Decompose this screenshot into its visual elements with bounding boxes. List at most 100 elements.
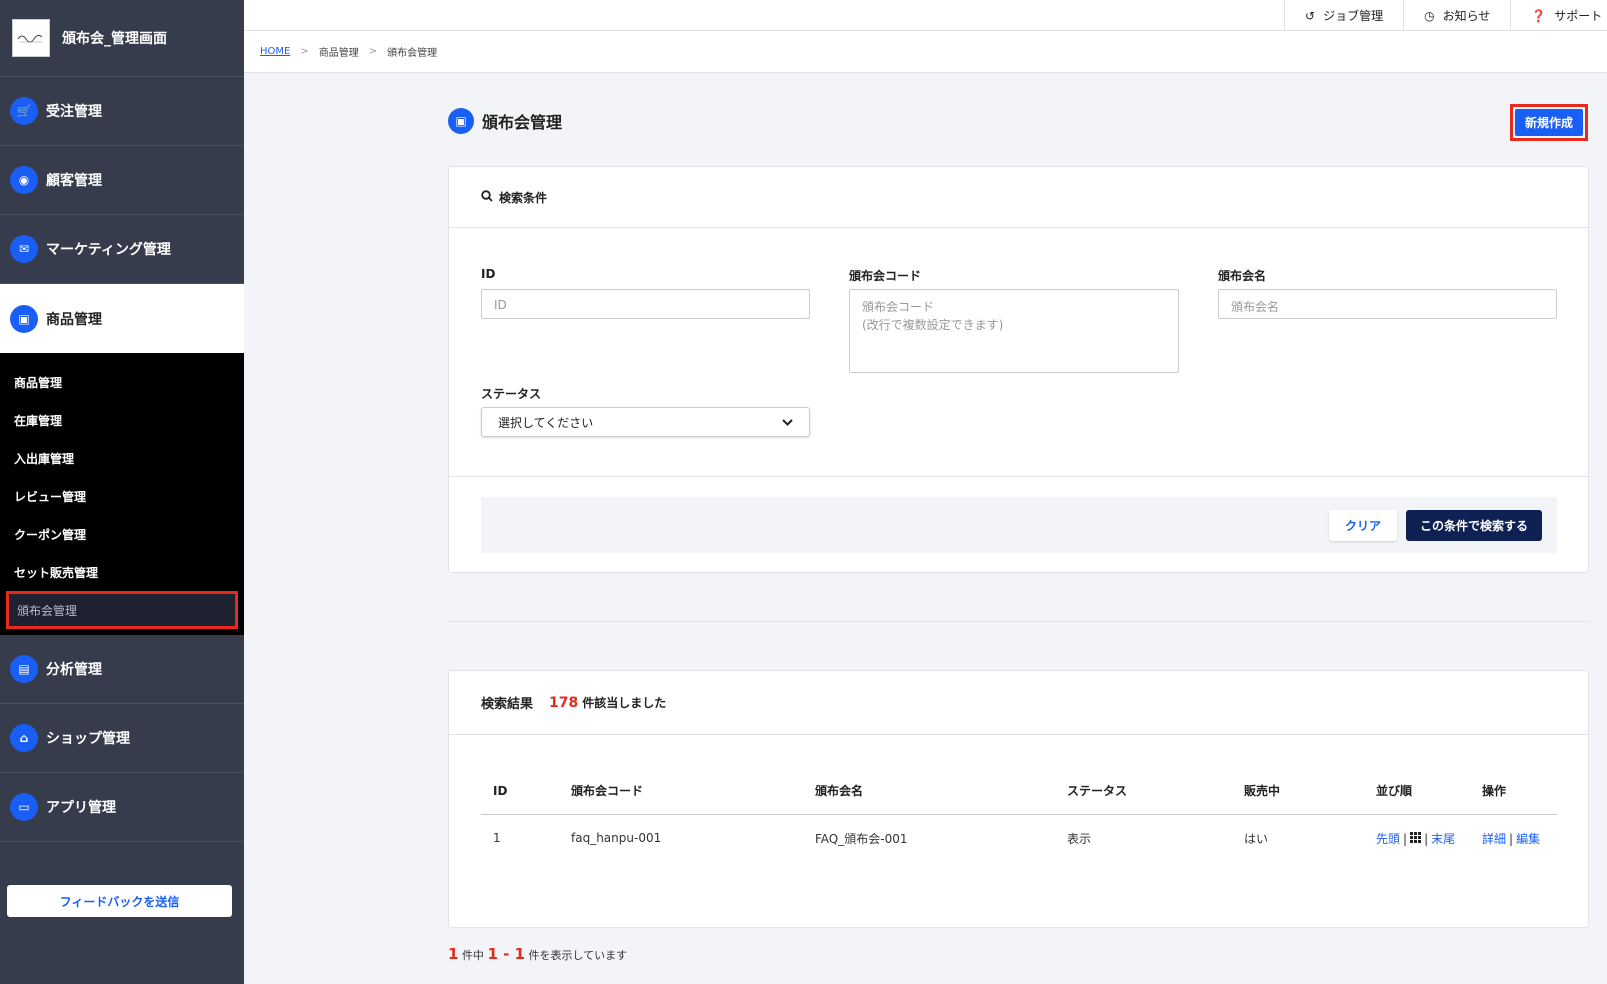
id-input[interactable]: ID: [481, 289, 810, 319]
page-title: 頒布会管理: [482, 113, 563, 132]
box-icon: ▣: [448, 108, 474, 134]
breadcrumb-current: 頒布会管理: [387, 48, 438, 59]
sidebar-item-label: 分析管理: [46, 662, 102, 678]
cell-name: FAQ_頒布会-001: [815, 831, 908, 846]
name-label: 頒布会名: [1218, 269, 1267, 283]
support-link[interactable]: ❓ サポート: [1510, 0, 1607, 31]
cell-code: faq_hanpu-001: [571, 831, 662, 846]
column-header-id: ID: [481, 768, 559, 815]
clock-icon: ◷: [1424, 8, 1435, 23]
name-input[interactable]: 頒布会名: [1218, 289, 1557, 319]
cell-order: 先頭 | | 末尾: [1364, 814, 1470, 862]
detail-link[interactable]: 詳細: [1482, 832, 1506, 846]
submenu-item-stock-io[interactable]: 入出庫管理: [0, 439, 244, 477]
page-heading: ▣ 頒布会管理: [448, 108, 562, 134]
clear-button[interactable]: クリア: [1329, 510, 1397, 541]
column-header-on-sale: 販売中: [1232, 768, 1364, 815]
breadcrumb-separator: >: [300, 46, 309, 57]
submenu-item-subscription[interactable]: 頒布会管理: [6, 591, 238, 629]
drag-grid-icon[interactable]: [1410, 831, 1422, 846]
code-textarea[interactable]: 頒布会コード (改行で複数設定できます): [849, 289, 1179, 373]
mail-icon: ✉: [10, 235, 38, 263]
sidebar-item-apps[interactable]: ▭ アプリ管理: [0, 773, 244, 842]
code-label: 頒布会コード: [849, 269, 922, 283]
new-button-highlight: 新規作成: [1510, 104, 1588, 141]
cell-actions: 詳細 | 編集: [1470, 814, 1557, 862]
result-panel: 検索結果 178 件該当しました ID 頒布会コード 頒布会名 ステータス 販売…: [448, 670, 1589, 928]
breadcrumb-home[interactable]: HOME: [260, 46, 290, 57]
shop-icon: ⌂: [10, 724, 38, 752]
submenu-item-products[interactable]: 商品管理: [0, 363, 244, 401]
search-panel-header: 検索条件: [449, 167, 1588, 228]
sidebar-item-products[interactable]: ▣ 商品管理: [0, 284, 244, 353]
sidebar-item-analytics[interactable]: ▤ 分析管理: [0, 635, 244, 704]
sidebar-item-label: 受注管理: [46, 104, 102, 120]
submenu-item-coupons[interactable]: クーポン管理: [0, 515, 244, 553]
display-suffix: 件を表示しています: [528, 949, 628, 962]
status-select-value: 選択してください: [498, 415, 594, 430]
box-icon: ▣: [10, 304, 38, 333]
breadcrumb-products[interactable]: 商品管理: [319, 44, 359, 59]
column-header-name: 頒布会名: [803, 768, 1055, 815]
edit-link[interactable]: 編集: [1516, 832, 1540, 846]
brand-logo: [12, 19, 50, 57]
display-range: 1 - 1: [487, 945, 525, 963]
sidebar-item-label: ショップ管理: [46, 731, 130, 747]
column-header-code: 頒布会コード: [559, 768, 803, 815]
code-placeholder-line1: 頒布会コード: [862, 300, 935, 314]
notice-link[interactable]: ◷ お知らせ: [1403, 0, 1510, 31]
sidebar-item-customers[interactable]: ◉ 顧客管理: [0, 146, 244, 215]
code-placeholder-line2: (改行で複数設定できます): [862, 318, 1004, 332]
submenu-item-inventory[interactable]: 在庫管理: [0, 401, 244, 439]
search-panel: 検索条件 ID ID 頒布会コード 頒布会コード (改行で複数設定できます) 頒…: [448, 166, 1589, 573]
cart-icon: 🛒: [10, 97, 38, 125]
sidebar-item-label: アプリ管理: [46, 800, 116, 816]
total-suffix: 件中: [461, 949, 484, 962]
new-create-button[interactable]: 新規作成: [1515, 109, 1583, 136]
submenu-item-set-sales[interactable]: セット販売管理: [0, 553, 244, 591]
breadcrumb-separator: >: [368, 46, 378, 57]
topbar: ↺ ジョブ管理 ◷ お知らせ ❓ サポート: [244, 0, 1607, 31]
pipe-separator: |: [1509, 831, 1514, 846]
result-table: ID 頒布会コード 頒布会名 ステータス 販売中 並び順 操作 1 faq_ha…: [481, 768, 1557, 862]
pipe-separator: |: [1403, 831, 1408, 846]
search-actions: クリア この条件で検索する: [481, 497, 1557, 553]
feedback-button[interactable]: フィードバックを送信: [7, 885, 232, 917]
pagination-summary: 1 件中 1 - 1 件を表示しています: [448, 945, 627, 963]
job-management-link[interactable]: ↺ ジョブ管理: [1284, 0, 1403, 31]
move-bottom-link[interactable]: 末尾: [1431, 832, 1455, 846]
user-icon: ◉: [10, 166, 38, 194]
submenu-item-reviews[interactable]: レビュー管理: [0, 477, 244, 515]
result-count-suffix: 件該当しました: [582, 696, 667, 710]
sidebar-item-marketing[interactable]: ✉ マーケティング管理: [0, 215, 244, 284]
status-label: ステータス: [481, 387, 542, 401]
sidebar-item-label: 顧客管理: [46, 173, 102, 189]
cell-id: 1: [493, 831, 501, 846]
sidebar-item-orders[interactable]: 🛒 受注管理: [0, 77, 244, 146]
sidebar-item-shop[interactable]: ⌂ ショップ管理: [0, 704, 244, 773]
search-button[interactable]: この条件で検索する: [1406, 510, 1542, 541]
cell-status: 表示: [1067, 831, 1092, 846]
cell-on-sale: はい: [1244, 831, 1269, 846]
notice-label: お知らせ: [1442, 9, 1491, 23]
column-header-actions: 操作: [1470, 768, 1557, 815]
job-management-label: ジョブ管理: [1323, 9, 1384, 23]
section-divider: [448, 621, 1589, 622]
table-header-row: ID 頒布会コード 頒布会名 ステータス 販売中 並び順 操作: [481, 768, 1557, 815]
table-row: 1 faq_hanpu-001 FAQ_頒布会-001 表示 はい 先頭 | | 末…: [481, 814, 1557, 862]
products-submenu: 商品管理 在庫管理 入出庫管理 レビュー管理 クーポン管理 セット販売管理 頒布…: [0, 353, 244, 635]
result-count: 178: [549, 694, 579, 711]
result-title: 検索結果: [481, 697, 534, 712]
pipe-separator: |: [1424, 831, 1429, 846]
help-icon: ❓: [1531, 8, 1547, 23]
sidebar-item-label: マーケティング管理: [46, 242, 171, 258]
id-label: ID: [481, 267, 496, 281]
column-header-status: ステータス: [1055, 768, 1232, 815]
chart-icon: ▤: [10, 655, 38, 683]
total-count: 1: [448, 945, 459, 963]
move-top-link[interactable]: 先頭: [1376, 832, 1400, 846]
brand[interactable]: 頒布会_管理画面: [0, 0, 244, 77]
status-select[interactable]: 選択してください: [481, 407, 810, 437]
chevron-down-icon: [782, 415, 793, 429]
column-header-order: 並び順: [1364, 768, 1470, 815]
